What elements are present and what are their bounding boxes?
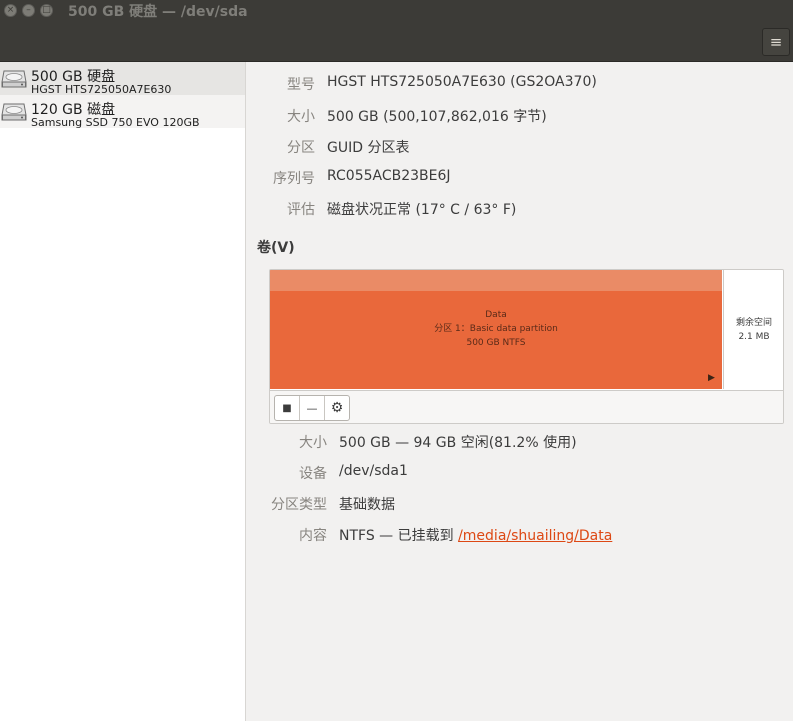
size-value: 500 GB (500,107,862,016 字节) xyxy=(327,109,547,125)
model-value: HGST HTS725050A7E630 (GS2OA370) xyxy=(327,74,597,90)
partition-size-value: 500 GB — 94 GB 空闲(81.2% 使用) xyxy=(339,435,577,451)
device-value: /dev/sda1 xyxy=(339,463,408,479)
maximize-window-button[interactable]: □ xyxy=(40,4,53,17)
disk-item-500gb[interactable]: 500 GB 硬盘 HGST HTS725050A7E630 xyxy=(0,62,245,95)
partition-data[interactable]: Data 分区 1：Basic data partition 500 GB NT… xyxy=(270,270,722,389)
partition-type-value: 基础数据 xyxy=(339,497,395,513)
minimize-window-button[interactable]: – xyxy=(22,4,35,17)
free-space-info: 剩余空间 2.1 MB xyxy=(724,316,783,344)
remove-partition-icon[interactable]: — xyxy=(300,396,325,420)
assessment-label: 评估 xyxy=(287,202,315,218)
free-space-size: 2.1 MB xyxy=(738,332,770,342)
volume-graph: Data 分区 1：Basic data partition 500 GB NT… xyxy=(269,269,784,424)
header-bar: ≡ xyxy=(0,22,793,62)
size-label: 大小 xyxy=(287,109,315,125)
hamburger-menu-button[interactable]: ≡ xyxy=(762,28,790,56)
model-label: 型号 xyxy=(287,77,315,93)
partition-header-strip xyxy=(270,270,722,291)
volumes-heading: 卷(V) xyxy=(257,240,295,256)
volume-toolbar: ■ — ⚙ xyxy=(270,390,783,423)
contents-value: NTFS — 已挂载到 /media/shuailing/Data xyxy=(339,525,612,545)
partition-size-type: 500 GB NTFS xyxy=(466,338,526,348)
hard-disk-icon xyxy=(1,103,27,121)
disk-model: HGST HTS725050A7E630 xyxy=(31,83,172,95)
disk-model: Samsung SSD 750 EVO 120GB xyxy=(31,116,200,128)
partition-info: Data 分区 1：Basic data partition 500 GB NT… xyxy=(270,308,722,350)
close-window-button[interactable]: × xyxy=(4,4,17,17)
partitioning-label: 分区 xyxy=(287,140,315,156)
free-space-block[interactable]: 剩余空间 2.1 MB xyxy=(723,270,783,389)
contents-label: 内容 xyxy=(299,528,327,544)
partitioning-value: GUID 分区表 xyxy=(327,140,410,156)
assessment-value: 磁盘状况正常 (17° C / 63° F) xyxy=(327,202,517,218)
partition-description: 分区 1：Basic data partition xyxy=(434,324,558,334)
mount-point-link[interactable]: /media/shuailing/Data xyxy=(458,528,612,544)
partition-type-label: 分区类型 xyxy=(271,497,327,513)
title-bar: × – □ 500 GB 硬盘 — /dev/sda xyxy=(0,0,793,22)
free-space-label: 剩余空间 xyxy=(735,318,772,328)
gears-icon[interactable]: ⚙ xyxy=(325,396,349,420)
serial-value: RC055ACB23BE6J xyxy=(327,168,451,184)
device-label: 设备 xyxy=(299,466,327,482)
hard-disk-icon xyxy=(1,70,27,88)
contents-prefix: NTFS — 已挂载到 xyxy=(339,528,459,544)
partition-size-label: 大小 xyxy=(299,435,327,451)
play-arrow-icon: ▶ xyxy=(708,373,715,383)
window-title: 500 GB 硬盘 — /dev/sda xyxy=(68,4,248,20)
stop-icon[interactable]: ■ xyxy=(275,396,300,420)
partition-name: Data xyxy=(485,310,507,320)
serial-label: 序列号 xyxy=(273,171,315,187)
volume-action-group: ■ — ⚙ xyxy=(274,395,350,421)
disk-item-120gb[interactable]: 120 GB 磁盘 Samsung SSD 750 EVO 120GB xyxy=(0,95,245,128)
disk-list-sidebar: 500 GB 硬盘 HGST HTS725050A7E630 120 GB 磁盘… xyxy=(0,62,246,721)
